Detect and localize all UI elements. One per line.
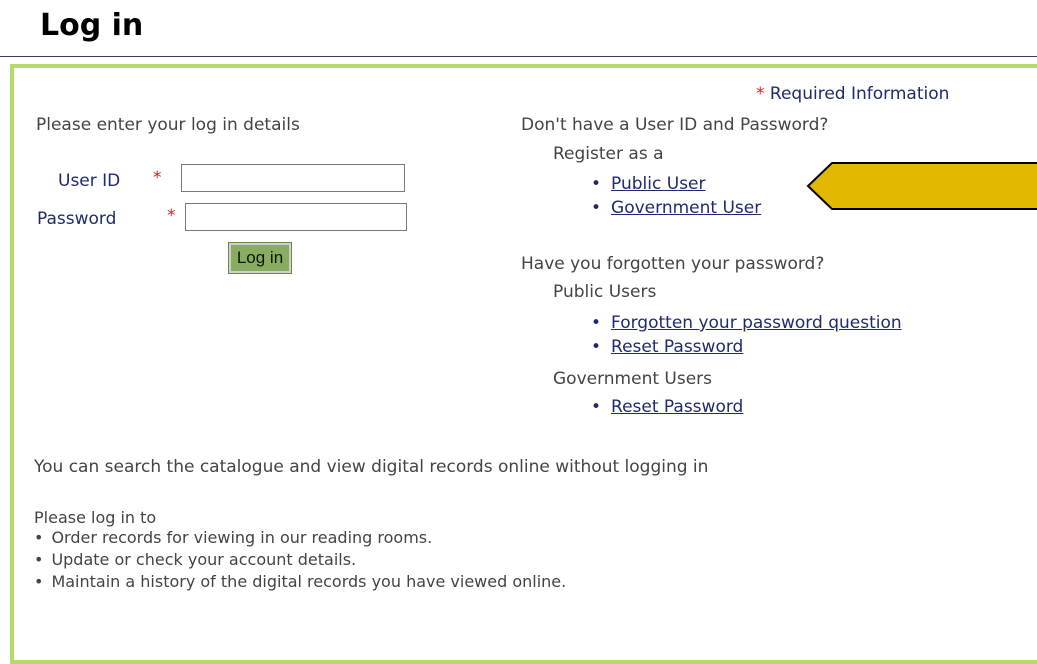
list-item: Maintain a history of the digital record…	[34, 571, 566, 593]
list-item: Forgotten your password question	[591, 311, 902, 335]
list-item: Public User	[591, 172, 761, 196]
public-user-links: Forgotten your password question Reset P…	[591, 311, 902, 359]
title-divider	[0, 56, 1037, 57]
required-info-text: Required Information	[769, 84, 950, 104]
list-item: Government User	[591, 196, 761, 220]
password-label: Password	[37, 209, 117, 229]
register-question: Don't have a User ID and Password?	[521, 115, 829, 135]
login-benefits-intro: Please log in to	[34, 508, 157, 527]
list-item: Update or check your account details.	[34, 549, 566, 571]
required-info-note: * Required Information	[756, 84, 949, 104]
forgotten-question: Have you forgotten your password?	[521, 254, 825, 274]
login-button[interactable]: Log in	[228, 242, 292, 274]
password-required-star: *	[167, 206, 176, 226]
government-users-heading: Government Users	[553, 369, 713, 389]
user-id-label: User ID	[58, 171, 121, 191]
register-government-user-link[interactable]: Government User	[611, 198, 761, 218]
list-item: Order records for viewing in our reading…	[34, 527, 566, 549]
list-item: Reset Password	[591, 335, 902, 359]
user-id-input[interactable]	[181, 164, 405, 192]
government-user-links: Reset Password	[591, 395, 743, 419]
browse-without-login-note: You can search the catalogue and view di…	[34, 457, 709, 477]
forgotten-password-question-link[interactable]: Forgotten your password question	[611, 313, 902, 333]
register-prompt: Register as a	[553, 144, 664, 164]
arrow-pointer-icon	[806, 162, 1037, 210]
list-item: Reset Password	[591, 395, 743, 419]
public-reset-password-link[interactable]: Reset Password	[611, 337, 743, 357]
login-intro-text: Please enter your log in details	[36, 115, 300, 135]
required-star: *	[756, 84, 765, 104]
login-benefits-list: Order records for viewing in our reading…	[34, 527, 566, 593]
register-public-user-link[interactable]: Public User	[611, 174, 705, 194]
public-users-heading: Public Users	[553, 282, 657, 302]
register-links: Public User Government User	[591, 172, 761, 220]
password-input[interactable]	[185, 203, 407, 231]
government-reset-password-link[interactable]: Reset Password	[611, 397, 743, 417]
user-id-required-star: *	[153, 168, 162, 188]
page-title: Log in	[40, 8, 144, 43]
